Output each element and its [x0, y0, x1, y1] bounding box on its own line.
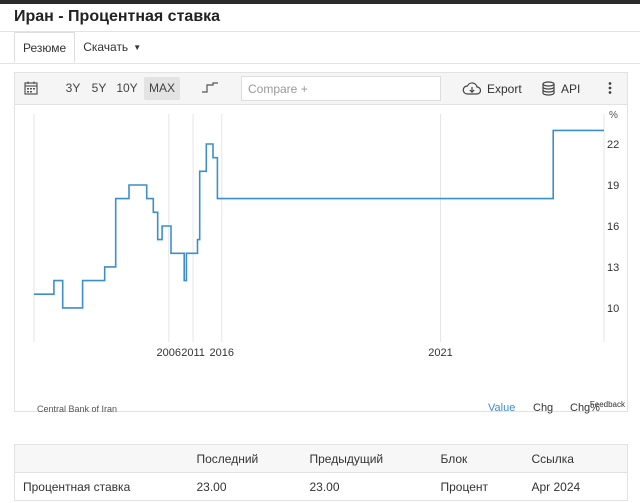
mode-value-button[interactable]: Value [488, 402, 515, 414]
table-cell-reference: Apr 2024 [531, 472, 628, 501]
api-button[interactable]: API [542, 73, 580, 104]
table-cell-previous: 23.00 [309, 472, 441, 501]
step-line-icon[interactable] [201, 81, 219, 97]
more-vertical-icon[interactable] [607, 81, 613, 97]
range-max-button[interactable]: MAX [144, 77, 180, 100]
value-mode-selector: Value Chg Chg% [15, 402, 627, 418]
tab-summary-label: Резюме [23, 41, 67, 55]
top-bar [0, 0, 640, 4]
y-tick-label: 10 [607, 303, 619, 315]
tab-summary[interactable]: Резюме [14, 32, 76, 63]
chart-area: 2006 2011 2016 2021 10 13 16 19 22% Central Bank… [15, 106, 627, 414]
export-button[interactable]: Export [462, 73, 522, 104]
calendar-icon[interactable] [24, 81, 38, 97]
tab-download[interactable]: Скачать ▼ [75, 32, 149, 63]
x-tick-label: 2011 [181, 347, 205, 359]
api-label: API [561, 81, 581, 96]
tab-download-label: Скачать [83, 40, 129, 54]
x-tick-label: 2016 [210, 347, 234, 359]
table-row[interactable]: Процентная ставка 23.00 23.00 Процент Ap… [14, 472, 628, 501]
compare-input[interactable] [241, 76, 441, 101]
feedback-link[interactable]: Feedback [590, 400, 625, 409]
mode-chg-button[interactable]: Chg [533, 402, 553, 414]
y-tick-label: 13 [607, 262, 619, 274]
range-3y-button[interactable]: 3Y [62, 77, 84, 100]
caret-down-icon: ▼ [133, 43, 142, 52]
table-cell-last: 23.00 [196, 472, 310, 501]
page-title: Иран - Процентная ставка [14, 8, 221, 25]
table-header-previous: Предыдущий [309, 444, 441, 473]
x-tick-label: 2006 [157, 347, 181, 359]
range-10y-button[interactable]: 10Y [114, 77, 140, 100]
table-header-row: Последний Предыдущий Блок Ссылка [14, 444, 628, 473]
table-cell-name[interactable]: Процентная ставка [14, 472, 197, 501]
x-tick-label: 2021 [428, 347, 452, 359]
chart-toolbar: 3Y 5Y 10Y MAX Export API [15, 73, 627, 105]
interest-rate-chart: 2006 2011 2016 2021 10 13 16 19 22% [33, 110, 619, 359]
series-line [34, 129, 604, 309]
table-header-reference: Ссылка [531, 444, 628, 473]
range-5y-button[interactable]: 5Y [88, 77, 110, 100]
tab-bar: Резюме Скачать ▼ [14, 32, 149, 63]
table-header-last: Последний [196, 444, 310, 473]
chart-panel: 3Y 5Y 10Y MAX Export API 20062011 2016 202… [14, 72, 628, 414]
data-table: Последний Предыдущий Блок Ссылка Процент… [14, 444, 628, 501]
tabs-divider [0, 63, 640, 64]
y-tick-label: 19 [607, 180, 619, 192]
export-label: Export [487, 81, 522, 96]
table-header-name [14, 444, 197, 473]
database-icon [542, 81, 555, 96]
y-tick-label: 22 [607, 139, 619, 151]
y-tick-label: 16 [607, 221, 619, 233]
cloud-download-icon [462, 81, 481, 95]
y-unit-label: % [609, 110, 618, 121]
table-cell-unit: Процент [440, 472, 532, 501]
table-header-unit: Блок [440, 444, 532, 473]
